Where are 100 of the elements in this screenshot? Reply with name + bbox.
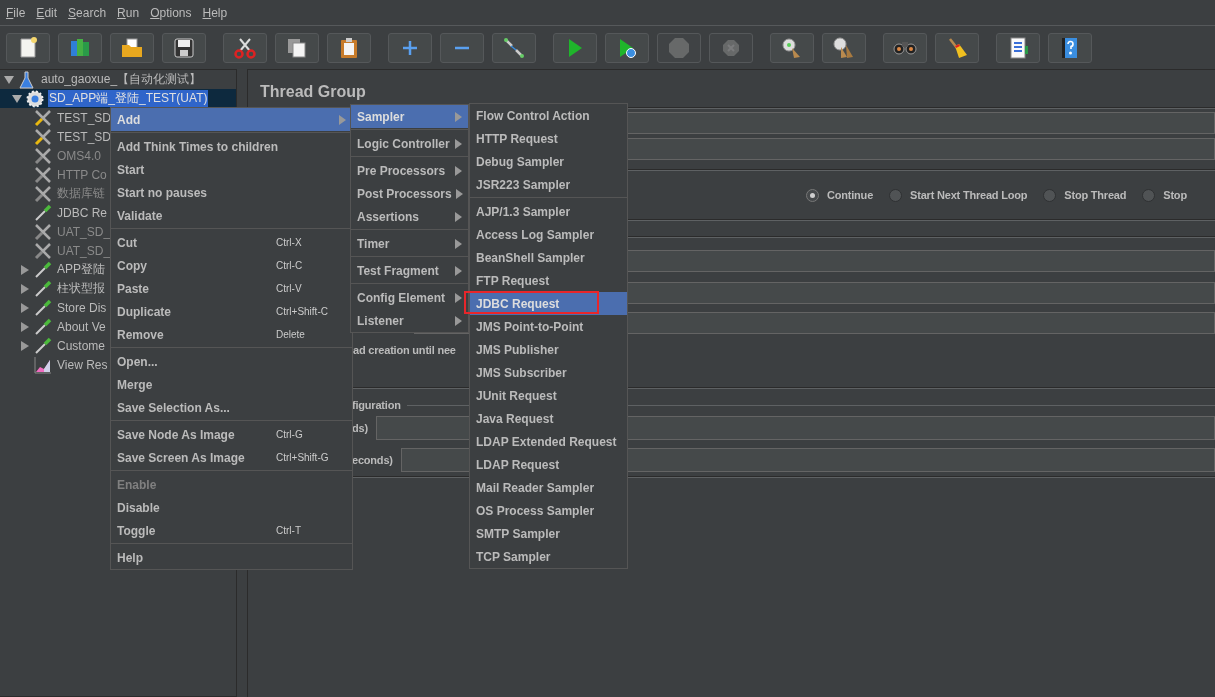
menu-item[interactable]: Start bbox=[111, 158, 352, 181]
start-button[interactable] bbox=[553, 32, 597, 63]
menu-item[interactable]: Sampler bbox=[351, 105, 468, 128]
menu-item[interactable]: Java Request bbox=[470, 407, 627, 430]
start-no-pauses-button[interactable] bbox=[605, 32, 649, 63]
menu-item[interactable]: Copy Ctrl-C bbox=[111, 254, 352, 277]
radio-button[interactable] bbox=[1142, 188, 1156, 202]
menu-item[interactable]: AJP/1.3 Sampler bbox=[470, 200, 627, 223]
crossed-tools-icon bbox=[34, 222, 52, 241]
radio-label: Start Next Thread Loop bbox=[910, 189, 1028, 201]
tree-item[interactable]: Custome bbox=[56, 338, 107, 353]
menu-item[interactable]: Mail Reader Sampler bbox=[470, 476, 627, 499]
menu-bar-item[interactable]: Options bbox=[150, 5, 192, 20]
help-button[interactable] bbox=[1048, 32, 1092, 63]
new-button[interactable] bbox=[6, 32, 50, 63]
radio-button[interactable] bbox=[806, 188, 819, 202]
menu-item[interactable]: JUnit Request bbox=[470, 384, 627, 407]
collapse-button[interactable] bbox=[440, 32, 484, 63]
tree-item[interactable]: SD_APP端_登陆_TEST(UAT) bbox=[48, 90, 209, 107]
shortcut-label: Ctrl-T bbox=[276, 525, 302, 536]
menu-item[interactable]: Listener bbox=[351, 309, 468, 332]
paste-button[interactable] bbox=[327, 32, 371, 63]
tree-item[interactable]: APP登陆 bbox=[56, 261, 106, 278]
expanded-arrow-icon[interactable] bbox=[4, 74, 14, 85]
menu-item[interactable]: JMS Publisher bbox=[470, 338, 627, 361]
menu-item[interactable]: Validate bbox=[111, 204, 352, 227]
tree-item[interactable]: View Res bbox=[56, 357, 109, 372]
menu-item[interactable]: Disable bbox=[111, 496, 352, 519]
menu-item[interactable]: JMS Subscriber bbox=[470, 361, 627, 384]
menu-item[interactable]: OS Process Sampler bbox=[470, 499, 627, 522]
menu-item[interactable]: Help bbox=[111, 546, 352, 569]
menu-item[interactable]: SMTP Sampler bbox=[470, 522, 627, 545]
menu-item[interactable]: Save Screen As Image Ctrl+Shift-G bbox=[111, 446, 352, 469]
tree-item[interactable]: TEST_SD bbox=[56, 110, 112, 125]
menu-item[interactable]: HTTP Request bbox=[470, 127, 627, 150]
menu-bar-item[interactable]: File bbox=[6, 5, 26, 20]
menu-item[interactable]: TCP Sampler bbox=[470, 545, 627, 568]
menu-item[interactable]: Duplicate Ctrl+Shift-C bbox=[111, 300, 352, 323]
folder-icon bbox=[120, 35, 144, 60]
menu-item[interactable]: FTP Request bbox=[470, 269, 627, 292]
toggle-button[interactable] bbox=[492, 32, 536, 63]
binoculars-icon bbox=[893, 40, 917, 55]
menu-item[interactable]: Add Think Times to children bbox=[111, 135, 352, 158]
menu-item[interactable]: Test Fragment bbox=[351, 259, 468, 282]
reset-search-button[interactable] bbox=[935, 32, 979, 63]
menu-item[interactable]: Logic Controller bbox=[351, 132, 468, 155]
menu-item[interactable]: BeanShell Sampler bbox=[470, 246, 627, 269]
collapsed-arrow-icon[interactable] bbox=[20, 340, 30, 351]
submenu-arrow-icon bbox=[455, 111, 462, 122]
menu-item[interactable]: Toggle Ctrl-T bbox=[111, 519, 352, 542]
menu-item[interactable]: LDAP Extended Request bbox=[470, 430, 627, 453]
menu-item[interactable]: Timer bbox=[351, 232, 468, 255]
menu-item[interactable]: Add bbox=[111, 108, 352, 131]
menu-item[interactable]: Cut Ctrl-X bbox=[111, 231, 352, 254]
tree-item[interactable]: TEST_SD bbox=[56, 129, 112, 144]
tree-item[interactable]: JDBC Re bbox=[56, 205, 108, 220]
clear-button[interactable] bbox=[770, 32, 814, 63]
tree-item[interactable]: auto_gaoxue_【自动化测试】 bbox=[40, 71, 203, 88]
menu-item[interactable]: Config Element bbox=[351, 286, 468, 309]
menu-item[interactable]: Pre Processors bbox=[351, 159, 468, 182]
menu-item[interactable]: Post Processors bbox=[351, 182, 468, 205]
menu-item[interactable]: LDAP Request bbox=[470, 453, 627, 476]
expand-button[interactable] bbox=[388, 32, 432, 63]
menu-bar-item[interactable]: Edit bbox=[36, 5, 58, 20]
menu-item[interactable]: Save Selection As... bbox=[111, 396, 352, 419]
menu-item[interactable]: Merge bbox=[111, 373, 352, 396]
menu-item[interactable]: Open... bbox=[111, 350, 352, 373]
menu-item[interactable]: Assertions bbox=[351, 205, 468, 228]
collapsed-arrow-icon[interactable] bbox=[20, 264, 30, 275]
menu-item[interactable]: Access Log Sampler bbox=[470, 223, 627, 246]
crossed-tools-icon bbox=[34, 165, 52, 184]
collapsed-arrow-icon[interactable] bbox=[20, 302, 30, 313]
search-button[interactable] bbox=[883, 32, 927, 63]
expanded-arrow-icon[interactable] bbox=[12, 93, 22, 104]
templates-button[interactable] bbox=[58, 32, 102, 63]
radio-button[interactable] bbox=[1043, 188, 1057, 202]
menu-bar-item[interactable]: Run bbox=[117, 5, 140, 20]
collapsed-arrow-icon[interactable] bbox=[20, 321, 30, 332]
menu-item[interactable]: Flow Control Action bbox=[470, 104, 627, 127]
tree-item[interactable]: 柱状型报 bbox=[56, 280, 106, 297]
clear-all-button[interactable] bbox=[822, 32, 866, 63]
tree-item[interactable]: Store Dis bbox=[56, 300, 108, 315]
menu-item[interactable]: Start no pauses bbox=[111, 181, 352, 204]
menu-item[interactable]: Save Node As Image Ctrl-G bbox=[111, 423, 352, 446]
function-helper-button[interactable] bbox=[996, 32, 1040, 63]
save-button[interactable] bbox=[162, 32, 206, 63]
menu-bar-item[interactable]: Help bbox=[202, 5, 228, 20]
menu-item[interactable]: JSR223 Sampler bbox=[470, 173, 627, 196]
menu-item[interactable]: Remove Delete bbox=[111, 323, 352, 346]
copy-button[interactable] bbox=[275, 32, 319, 63]
tree-item[interactable]: About Ve bbox=[56, 319, 107, 334]
menu-item[interactable]: Debug Sampler bbox=[470, 150, 627, 173]
open-button[interactable] bbox=[110, 32, 154, 63]
chart-icon bbox=[34, 355, 52, 374]
collapsed-arrow-icon[interactable] bbox=[20, 283, 30, 294]
radio-button[interactable] bbox=[889, 188, 903, 202]
cut-button[interactable] bbox=[223, 32, 267, 63]
menu-item[interactable]: JMS Point-to-Point bbox=[470, 315, 627, 338]
menu-item[interactable]: Paste Ctrl-V bbox=[111, 277, 352, 300]
menu-bar-item[interactable]: Search bbox=[68, 5, 107, 20]
